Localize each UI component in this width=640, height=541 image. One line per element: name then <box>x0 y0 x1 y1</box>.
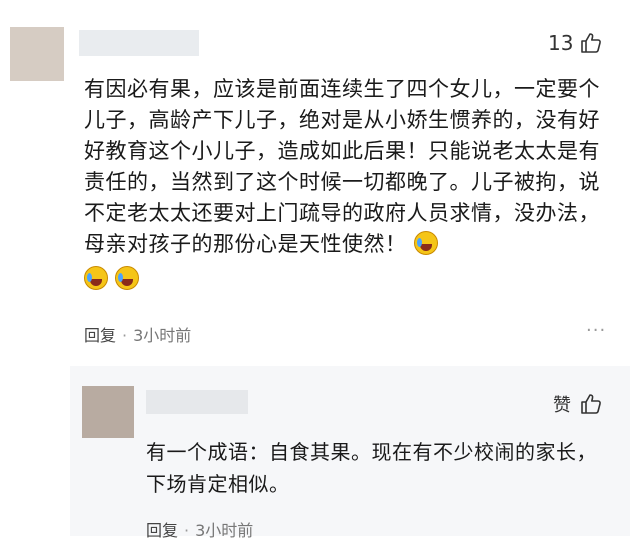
commenter-name[interactable] <box>79 30 199 56</box>
reply-text: 有一个成语：自食其果。现在有不少校闹的家长，下场肯定相似。 <box>146 436 606 500</box>
commenter-avatar[interactable] <box>10 27 64 81</box>
comment-time: 3小时前 <box>133 326 192 345</box>
replier-name[interactable] <box>146 390 248 414</box>
reply-reply-link[interactable]: 回复 <box>146 521 178 540</box>
comment-text: 有因必有果，应该是前面连续生了四个女儿，一定要个儿子，高龄产下儿子，绝对是从小娇… <box>84 74 604 295</box>
reply-like-group[interactable]: 赞 <box>553 391 603 417</box>
crying-laughing-emoji-icon <box>84 266 108 290</box>
comment-meta: 回复 · 3小时前 <box>84 322 191 346</box>
separator-dot: · <box>184 521 190 540</box>
reply-time: 3小时前 <box>195 521 254 540</box>
comment-body: 有因必有果，应该是前面连续生了四个女儿，一定要个儿子，高龄产下儿子，绝对是从小娇… <box>84 77 600 256</box>
thumbs-up-icon[interactable] <box>579 31 603 55</box>
reply-meta: 回复 · 3小时前 <box>146 517 253 541</box>
more-options-icon[interactable]: ··· <box>586 320 606 341</box>
crying-laughing-emoji-icon <box>413 231 438 255</box>
replier-avatar[interactable] <box>82 386 134 438</box>
thumbs-up-icon[interactable] <box>579 392 603 416</box>
reply-like-label: 赞 <box>553 395 571 416</box>
comment-like-group[interactable]: 13 <box>548 31 603 55</box>
reply-body: 有一个成语：自食其果。现在有不少校闹的家长，下场肯定相似。 <box>146 440 597 496</box>
crying-laughing-emoji-icon <box>115 266 140 290</box>
comment-reply-link[interactable]: 回复 <box>84 326 116 345</box>
comment-like-count: 13 <box>548 31 574 55</box>
separator-dot: · <box>122 326 128 345</box>
